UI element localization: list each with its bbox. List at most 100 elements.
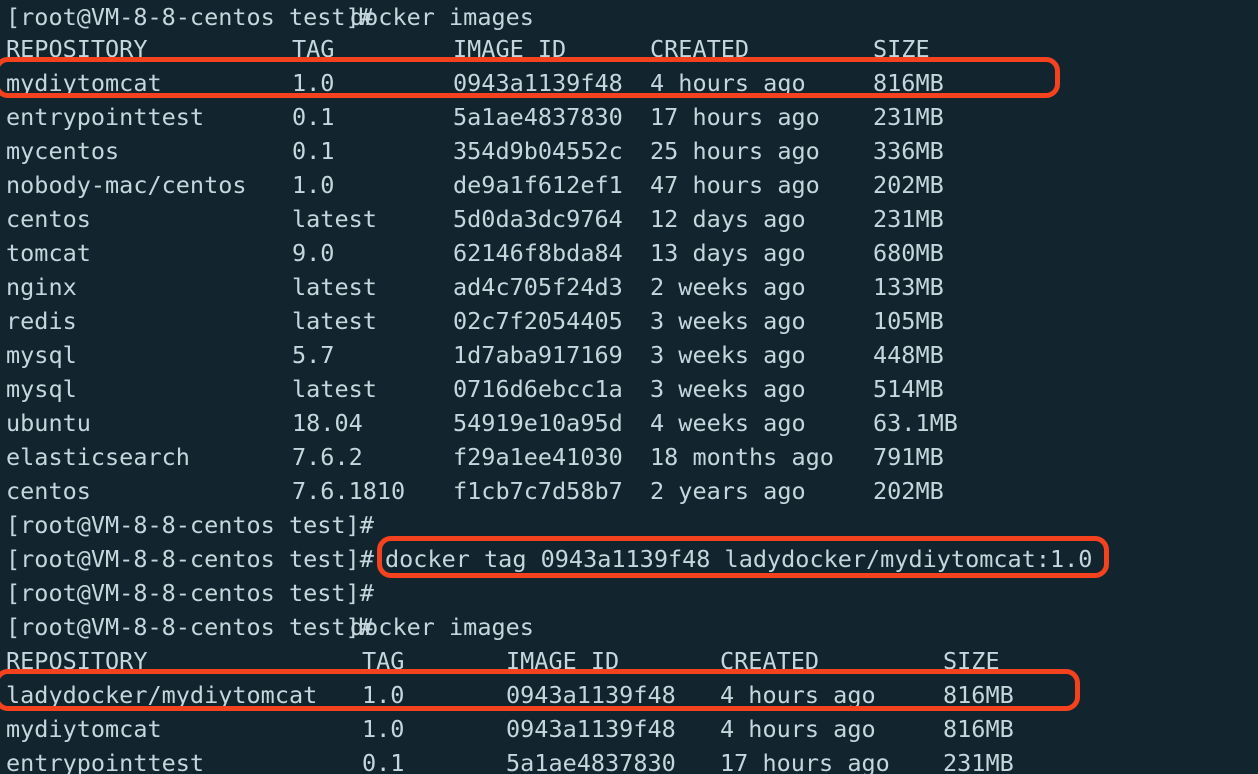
cell-tag: 5.7	[292, 341, 335, 369]
table-row[interactable]: mycentos 0.1 354d9b04552c 25 hours ago 3…	[0, 134, 1258, 168]
cell-repository: entrypointtest	[6, 749, 205, 774]
table-row[interactable]: centos latest 5d0da3dc9764 12 days ago 2…	[0, 202, 1258, 236]
cell-image-id: 0716d6ebcc1a	[453, 375, 623, 403]
cell-tag: latest	[292, 375, 377, 403]
cell-created: 2 weeks ago	[650, 273, 806, 301]
cell-created: 13 days ago	[650, 239, 806, 267]
cell-size: 816MB	[873, 69, 944, 97]
table-header-1: REPOSITORY TAG IMAGE ID CREATED SIZE	[0, 32, 1258, 66]
shell-prompt: [root@VM-8-8-centos test]#	[6, 511, 374, 539]
cell-repository: redis	[6, 307, 77, 335]
cell-tag: 1.0	[362, 681, 405, 709]
prompt-line-empty-2: [root@VM-8-8-centos test]#	[0, 576, 1258, 610]
cell-image-id: de9a1f612ef1	[453, 171, 623, 199]
shell-prompt: [root@VM-8-8-centos test]#	[6, 613, 374, 641]
cell-created: 47 hours ago	[650, 171, 820, 199]
table-row[interactable]: mysql latest 0716d6ebcc1a 3 weeks ago 51…	[0, 372, 1258, 406]
cell-created: 17 hours ago	[720, 749, 890, 774]
cell-tag: 0.1	[362, 749, 405, 774]
cell-repository: mycentos	[6, 137, 120, 165]
shell-prompt: [root@VM-8-8-centos test]#	[6, 579, 374, 607]
cell-created: 3 weeks ago	[650, 307, 806, 335]
header-repository: REPOSITORY	[6, 647, 148, 675]
cell-image-id: 5d0da3dc9764	[453, 205, 623, 233]
command-line-3: [root@VM-8-8-centos test]# docker images	[0, 610, 1258, 644]
cell-repository: nobody-mac/centos	[6, 171, 247, 199]
cell-size: 231MB	[873, 205, 944, 233]
cell-image-id: f29a1ee41030	[453, 443, 623, 471]
command-text-1: docker images	[350, 3, 534, 31]
cell-tag: 1.0	[292, 69, 335, 97]
cell-tag: latest	[292, 273, 377, 301]
cell-size: 448MB	[873, 341, 944, 369]
table-row[interactable]: centos 7.6.1810 f1cb7c7d58b7 2 years ago…	[0, 474, 1258, 508]
cell-image-id: 0943a1139f48	[453, 69, 623, 97]
table-row[interactable]: entrypointtest 0.1 5a1ae4837830 17 hours…	[0, 100, 1258, 134]
table-row[interactable]: ladydocker/mydiytomcat 1.0 0943a1139f48 …	[0, 678, 1258, 712]
cell-size: 133MB	[873, 273, 944, 301]
table-row[interactable]: mysql 5.7 1d7aba917169 3 weeks ago 448MB	[0, 338, 1258, 372]
cell-image-id: 354d9b04552c	[453, 137, 623, 165]
cell-tag: 9.0	[292, 239, 335, 267]
prompt-line-empty-1: [root@VM-8-8-centos test]#	[0, 508, 1258, 542]
cell-repository: elasticsearch	[6, 443, 190, 471]
cell-image-id: 0943a1139f48	[506, 681, 676, 709]
cell-image-id: f1cb7c7d58b7	[453, 477, 623, 505]
cell-created: 2 years ago	[650, 477, 806, 505]
cell-size: 202MB	[873, 477, 944, 505]
table-header-2: REPOSITORY TAG IMAGE ID CREATED SIZE	[0, 644, 1258, 678]
cell-size: 63.1MB	[873, 409, 958, 437]
command-text-2: docker tag 0943a1139f48 ladydocker/mydiy…	[385, 545, 1093, 573]
cell-size: 231MB	[943, 749, 1014, 774]
cell-created: 4 weeks ago	[650, 409, 806, 437]
cell-size: 816MB	[943, 715, 1014, 743]
cell-created: 4 hours ago	[650, 69, 806, 97]
table-row[interactable]: tomcat 9.0 62146f8bda84 13 days ago 680M…	[0, 236, 1258, 270]
cell-image-id: ad4c705f24d3	[453, 273, 623, 301]
cell-repository: ladydocker/mydiytomcat	[6, 681, 318, 709]
table-row[interactable]: ubuntu 18.04 54919e10a95d 4 weeks ago 63…	[0, 406, 1258, 440]
table-row[interactable]: elasticsearch 7.6.2 f29a1ee41030 18 mont…	[0, 440, 1258, 474]
cell-tag: latest	[292, 205, 377, 233]
cell-size: 680MB	[873, 239, 944, 267]
table-row[interactable]: mydiytomcat 1.0 0943a1139f48 4 hours ago…	[0, 712, 1258, 746]
table-row[interactable]: entrypointtest 0.1 5a1ae4837830 17 hours…	[0, 746, 1258, 774]
cell-created: 3 weeks ago	[650, 375, 806, 403]
cell-size: 231MB	[873, 103, 944, 131]
cell-tag: 7.6.2	[292, 443, 363, 471]
cell-image-id: 5a1ae4837830	[506, 749, 676, 774]
header-tag: TAG	[292, 35, 335, 63]
cell-created: 12 days ago	[650, 205, 806, 233]
terminal-window[interactable]: [root@VM-8-8-centos test]# docker images…	[0, 0, 1258, 774]
table-row[interactable]: mydiytomcat 1.0 0943a1139f48 4 hours ago…	[0, 66, 1258, 100]
cell-tag: 7.6.1810	[292, 477, 406, 505]
cell-repository: centos	[6, 205, 91, 233]
cell-repository: mysql	[6, 341, 77, 369]
cell-size: 791MB	[873, 443, 944, 471]
shell-prompt: [root@VM-8-8-centos test]#	[6, 3, 374, 31]
cell-tag: 1.0	[292, 171, 335, 199]
header-size: SIZE	[943, 647, 1000, 675]
cell-tag: 18.04	[292, 409, 363, 437]
cell-tag: 1.0	[362, 715, 405, 743]
header-repository: REPOSITORY	[6, 35, 148, 63]
table-row[interactable]: nobody-mac/centos 1.0 de9a1f612ef1 47 ho…	[0, 168, 1258, 202]
cell-repository: nginx	[6, 273, 77, 301]
cell-repository: centos	[6, 477, 91, 505]
header-image-id: IMAGE ID	[453, 35, 567, 63]
table-row[interactable]: nginx latest ad4c705f24d3 2 weeks ago 13…	[0, 270, 1258, 304]
cell-image-id: 0943a1139f48	[506, 715, 676, 743]
cell-repository: tomcat	[6, 239, 91, 267]
cell-tag: 0.1	[292, 103, 335, 131]
table-row[interactable]: redis latest 02c7f2054405 3 weeks ago 10…	[0, 304, 1258, 338]
cell-repository: mydiytomcat	[6, 715, 162, 743]
cell-created: 3 weeks ago	[650, 341, 806, 369]
cell-image-id: 54919e10a95d	[453, 409, 623, 437]
cell-repository: ubuntu	[6, 409, 91, 437]
cell-image-id: 5a1ae4837830	[453, 103, 623, 131]
cell-repository: mydiytomcat	[6, 69, 162, 97]
shell-prompt: [root@VM-8-8-centos test]#	[6, 545, 374, 573]
cell-created: 4 hours ago	[720, 681, 876, 709]
header-image-id: IMAGE ID	[506, 647, 620, 675]
cell-repository: mysql	[6, 375, 77, 403]
